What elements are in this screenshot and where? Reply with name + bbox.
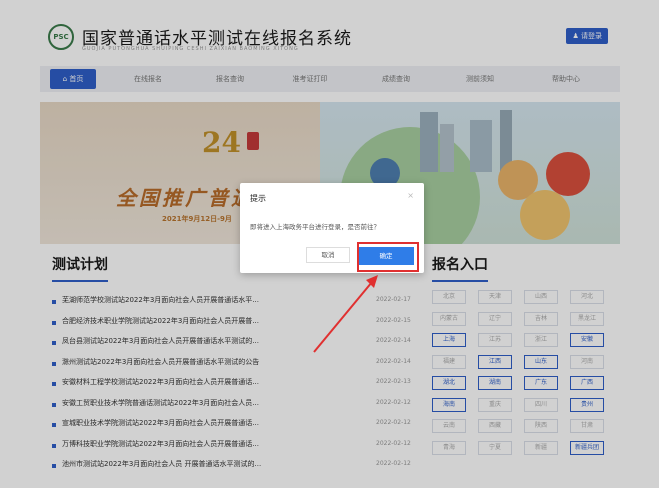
annotation-arrow-icon — [313, 275, 378, 353]
